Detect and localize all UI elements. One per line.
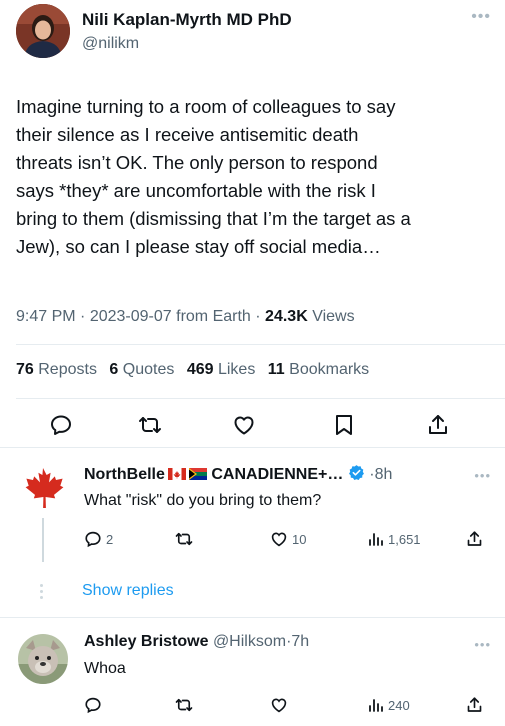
bookmarks-stat[interactable]: 11 Bookmarks	[268, 361, 369, 378]
share-icon	[467, 531, 482, 546]
like-count: 10	[292, 531, 307, 547]
share-icon	[429, 415, 447, 434]
engagement-stats: 76 Reposts 6 Quotes 469 Likes 11 Bookmar…	[16, 361, 377, 379]
thread-line	[42, 518, 44, 562]
reply-reply-button[interactable]	[84, 692, 106, 718]
show-replies-link[interactable]: Show replies	[82, 582, 174, 600]
bookmark-button[interactable]	[327, 408, 361, 442]
views-count: 240	[388, 697, 410, 713]
reply-button[interactable]	[44, 408, 78, 442]
verified-badge-icon	[348, 465, 364, 480]
quotes-count: 6	[109, 361, 119, 378]
tweet-text-line: says *they* are uncomfortable with the r…	[16, 180, 376, 201]
author-avatar[interactable]	[16, 4, 70, 58]
likes-label: Likes	[217, 361, 256, 378]
bulldog-avatar-icon	[18, 634, 68, 684]
bookmarks-label: Bookmarks	[289, 361, 370, 378]
likes-count: 469	[186, 361, 214, 378]
reply-time[interactable]: 8h	[375, 466, 393, 483]
tweet-text-line: their silence as I receive antisemitic d…	[16, 124, 359, 145]
reply-text: What "risk" do you bring to them?	[84, 492, 322, 509]
south-africa-flag-icon	[188, 468, 207, 480]
author-handle[interactable]: @nilikm	[82, 35, 139, 53]
reply-author-name-prefix[interactable]: NorthBelle	[84, 466, 165, 483]
reply-author-name[interactable]: Ashley Bristowe	[84, 633, 208, 650]
reply-avatar[interactable]	[18, 465, 68, 515]
divider	[16, 344, 505, 345]
author-avatar-image	[16, 4, 70, 58]
reply-time[interactable]: 7h	[291, 633, 309, 650]
reply-icon	[85, 531, 101, 548]
reply-count: 2	[106, 531, 114, 547]
more-dots-icon[interactable]: •••	[474, 468, 491, 483]
divider	[0, 617, 505, 618]
repost-icon	[139, 417, 161, 433]
reply-action-bar: 240	[80, 692, 505, 718]
like-icon	[234, 416, 254, 435]
reply-icon	[51, 415, 71, 435]
quotes-label: Quotes	[122, 361, 175, 378]
share-icon	[467, 697, 482, 712]
maple-leaf-icon	[18, 465, 68, 515]
reply-author-name-suffix[interactable]: CANADIENNE+…	[211, 466, 343, 483]
reply-like-button[interactable]: 10	[270, 526, 306, 552]
reply-views-button[interactable]: 1,651	[368, 526, 421, 552]
reply-icon	[85, 697, 101, 714]
reply-views-button[interactable]: 240	[368, 692, 410, 718]
quotes-stat[interactable]: 6 Quotes	[109, 361, 174, 378]
canada-flag-icon	[167, 468, 186, 480]
reply-reply-button[interactable]: 2	[84, 526, 113, 552]
reply-repost-button[interactable]	[174, 692, 198, 718]
views-label: Views	[312, 308, 355, 325]
tweet-text: Imagine turning to a room of colleagues …	[16, 93, 494, 261]
views-icon	[369, 699, 383, 712]
views-count[interactable]: 24.3K	[265, 308, 308, 325]
tweet-meta: 9:47 PM · 2023-09-07 from Earth · 24.3K …	[16, 308, 355, 326]
likes-stat[interactable]: 469 Likes	[187, 361, 256, 378]
reposts-count: 76	[16, 361, 34, 378]
tweet-text-line: Jew), so can I please stay off social me…	[16, 236, 381, 257]
meta-separator: ·	[255, 308, 261, 325]
tweet-time[interactable]: 9:47 PM	[16, 308, 76, 325]
share-button[interactable]	[421, 408, 455, 442]
reply-share-button[interactable]	[466, 692, 483, 718]
reply-action-bar: 2 10 1,651	[80, 526, 505, 552]
views-count: 1,651	[388, 531, 421, 547]
reposts-stat[interactable]: 76 Reposts	[16, 361, 97, 378]
reply-repost-button[interactable]	[174, 526, 198, 552]
reply-header: Ashley Bristowe @Hilksom·7h	[84, 633, 309, 651]
meta-separator: ·	[80, 308, 86, 325]
bookmarks-count: 11	[267, 361, 285, 378]
more-dots-icon[interactable]: •••	[474, 637, 491, 652]
like-icon	[271, 532, 287, 547]
divider	[16, 398, 505, 399]
bookmark-icon	[336, 415, 352, 435]
reply-text: Whoa	[84, 660, 126, 677]
like-icon	[271, 698, 287, 713]
repost-icon	[175, 532, 193, 546]
views-icon	[369, 533, 383, 546]
tweet-source: from Earth	[176, 308, 251, 325]
thread-continuation-dots	[40, 584, 44, 599]
tweet-text-line: bring to them (dismissing that I’m the t…	[16, 208, 411, 229]
author-name[interactable]: Nili Kaplan-Myrth MD PhD	[82, 10, 292, 30]
divider	[0, 447, 505, 448]
more-dots-icon[interactable]: •••	[471, 8, 491, 26]
repost-button[interactable]	[133, 408, 167, 442]
reply-like-button[interactable]	[270, 692, 292, 718]
reply-avatar[interactable]	[18, 634, 68, 684]
repost-icon	[175, 698, 193, 712]
reply-share-button[interactable]	[466, 526, 483, 552]
reply-header: NorthBelle CANADIENNE+… ·8h	[84, 464, 392, 484]
reposts-label: Reposts	[38, 361, 97, 378]
like-button[interactable]	[227, 408, 261, 442]
tweet-date[interactable]: 2023-09-07	[90, 308, 172, 325]
tweet-text-line: Imagine turning to a room of colleagues …	[16, 96, 396, 117]
reply-author-handle[interactable]: @Hilksom	[213, 633, 286, 650]
tweet-text-line: threats isn’t OK. The only person to res…	[16, 152, 378, 173]
tweet-action-bar	[0, 408, 505, 442]
